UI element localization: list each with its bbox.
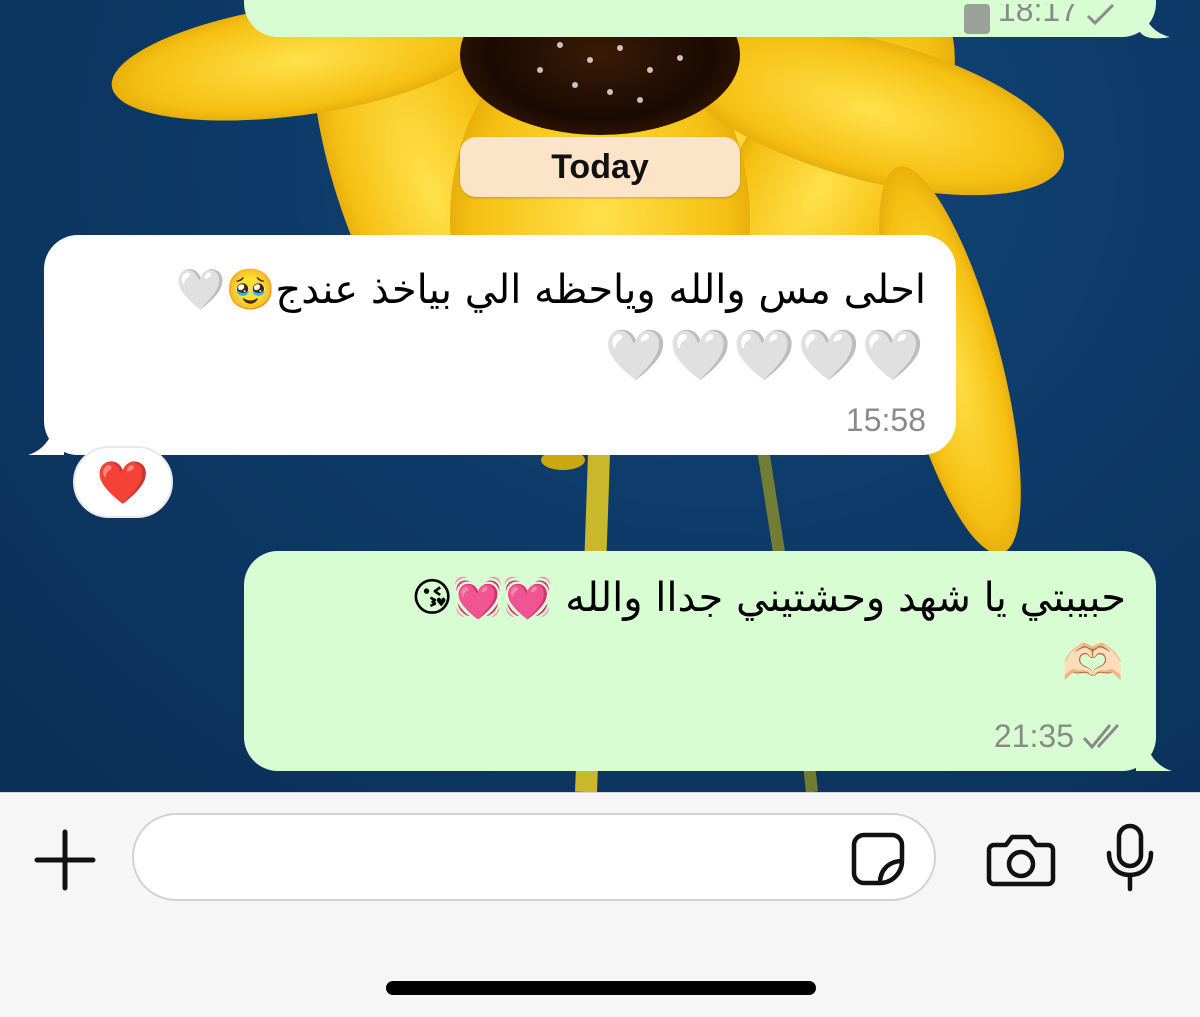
camera-button[interactable] xyxy=(986,833,1056,887)
voice-message-button[interactable] xyxy=(1104,823,1156,893)
bubble-tail xyxy=(1136,737,1172,771)
double-check-icon xyxy=(1082,723,1120,749)
message-input[interactable] xyxy=(132,813,936,901)
incoming-message-emoji-line: 🤍🤍🤍🤍🤍 xyxy=(604,326,926,384)
sticker-button[interactable] xyxy=(850,831,906,887)
sticker-icon xyxy=(851,832,905,886)
bubble-tail xyxy=(28,421,64,455)
incoming-message-bubble[interactable]: احلى مس والله وياحظه الي بياخذ عندج🥹🤍 🤍🤍… xyxy=(28,235,956,455)
message-composer xyxy=(0,792,1200,1017)
message-reaction[interactable]: ❤️ xyxy=(73,446,173,518)
incoming-message-time: 15:58 xyxy=(845,402,926,438)
outgoing-message-text: حبيبتي يا شهد وحشتيني جداا والله 💓💓😘 xyxy=(411,575,1126,621)
attach-button[interactable] xyxy=(34,829,96,891)
chat-screen: 18:17 Today احلى مس والله وياحظه الي بيا… xyxy=(0,0,1200,1017)
home-indicator[interactable] xyxy=(386,981,816,995)
outgoing-message-time: 21:35 xyxy=(993,718,1074,754)
sticker-icon xyxy=(963,4,990,34)
bubble-tail xyxy=(1140,10,1170,39)
previous-message-time: 18:17 xyxy=(997,4,1078,28)
outgoing-message-emoji-line: 🫶🏻 xyxy=(1061,634,1126,692)
camera-icon xyxy=(986,834,1056,887)
plus-icon xyxy=(34,829,96,891)
previous-message-meta: 18:17 xyxy=(963,4,1116,37)
incoming-message-meta: 15:58 xyxy=(846,402,926,439)
outgoing-message-meta: 21:35 xyxy=(994,718,1126,755)
double-check-icon xyxy=(1086,4,1115,26)
outgoing-message-bubble[interactable]: حبيبتي يا شهد وحشتيني جداا والله 💓💓😘 🫶🏻 … xyxy=(244,551,1172,771)
incoming-message-text: احلى مس والله وياحظه الي بياخذ عندج🥹🤍 xyxy=(175,267,926,313)
date-separator: Today xyxy=(460,137,740,197)
previous-outgoing-bubble[interactable]: 18:17 xyxy=(244,0,1170,39)
microphone-icon xyxy=(1106,823,1154,892)
